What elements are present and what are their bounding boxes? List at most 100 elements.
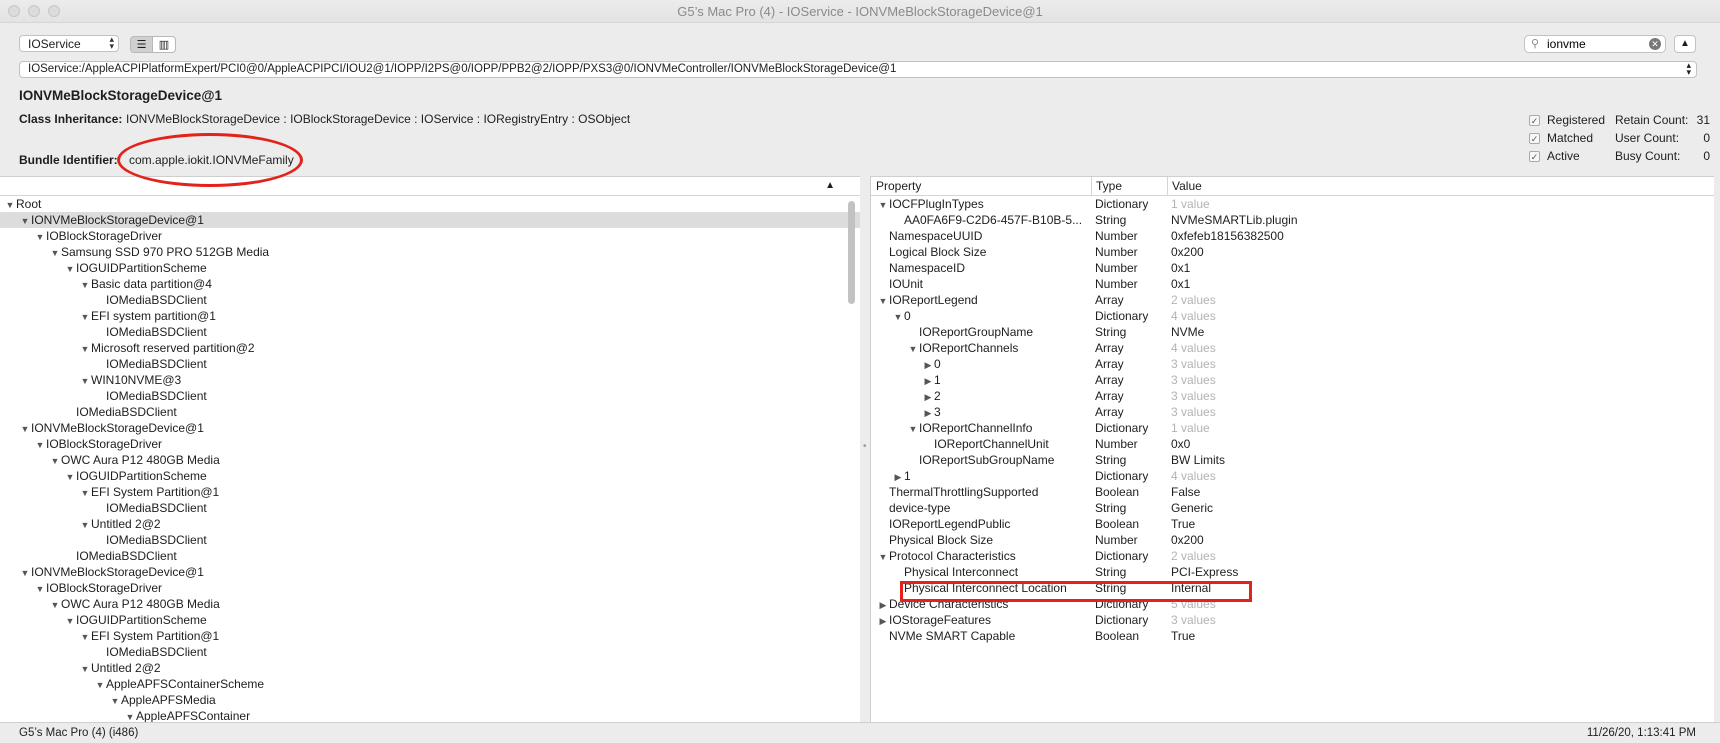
property-row[interactable]: ▼ 0 Dictionary 4 values xyxy=(871,308,1714,324)
disclosure-open-icon[interactable]: ▼ xyxy=(79,661,91,677)
tree-row[interactable]: IOMediaBSDClient xyxy=(0,324,860,340)
property-row[interactable]: Physical Interconnect String PCI-Express xyxy=(871,564,1714,580)
property-row[interactable]: ▶ 1 Dictionary 4 values xyxy=(871,468,1714,484)
tree-row[interactable]: ▼ IOBlockStorageDriver xyxy=(0,228,860,244)
property-row[interactable]: ▶ 3 Array 3 values xyxy=(871,404,1714,420)
property-row[interactable]: ThermalThrottlingSupported Boolean False xyxy=(871,484,1714,500)
property-row[interactable]: IOUnit Number 0x1 xyxy=(871,276,1714,292)
property-row[interactable]: device-type String Generic xyxy=(871,500,1714,516)
disclosure-closed-icon[interactable]: ▶ xyxy=(877,613,889,629)
property-row[interactable]: ▼ IOReportChannelInfo Dictionary 1 value xyxy=(871,420,1714,436)
property-row[interactable]: Logical Block Size Number 0x200 xyxy=(871,244,1714,260)
disclosure-open-icon[interactable]: ▼ xyxy=(877,197,889,213)
property-row[interactable]: ▼ IOCFPlugInTypes Dictionary 1 value xyxy=(871,196,1714,212)
disclosure-open-icon[interactable]: ▼ xyxy=(79,277,91,293)
clear-search-icon[interactable]: ✕ xyxy=(1649,38,1661,50)
split-divider[interactable]: • xyxy=(860,176,870,722)
property-row[interactable]: NVMe SMART Capable Boolean True xyxy=(871,628,1714,644)
disclosure-closed-icon[interactable]: ▶ xyxy=(922,405,934,421)
property-row[interactable]: ▶ 0 Array 3 values xyxy=(871,356,1714,372)
disclosure-open-icon[interactable]: ▼ xyxy=(79,309,91,325)
property-row[interactable]: IOReportChannelUnit Number 0x0 xyxy=(871,436,1714,452)
tree-row[interactable]: ▼ IOBlockStorageDriver xyxy=(0,580,860,596)
tree-row[interactable]: ▼ EFI System Partition@1 xyxy=(0,484,860,500)
tree-row[interactable]: IOMediaBSDClient xyxy=(0,388,860,404)
tree-row[interactable]: ▼ Basic data partition@4 xyxy=(0,276,860,292)
tree-row[interactable]: ▼ IOGUIDPartitionScheme xyxy=(0,468,860,484)
property-row[interactable]: ▶ IOStorageFeatures Dictionary 3 values xyxy=(871,612,1714,628)
disclosure-open-icon[interactable]: ▼ xyxy=(49,597,61,613)
tree-row[interactable]: ▼ IOGUIDPartitionScheme xyxy=(0,612,860,628)
property-row[interactable]: ▼ IOReportLegend Array 2 values xyxy=(871,292,1714,308)
property-row[interactable]: ▶ 1 Array 3 values xyxy=(871,372,1714,388)
tree-row[interactable]: IOMediaBSDClient xyxy=(0,292,860,308)
disclosure-open-icon[interactable]: ▼ xyxy=(877,293,889,309)
property-row[interactable]: IOReportSubGroupName String BW Limits xyxy=(871,452,1714,468)
disclosure-open-icon[interactable]: ▼ xyxy=(109,693,121,709)
property-row[interactable]: ▼ Protocol Characteristics Dictionary 2 val… xyxy=(871,548,1714,564)
column-header-value[interactable]: Value xyxy=(1172,179,1202,193)
disclosure-open-icon[interactable]: ▼ xyxy=(79,629,91,645)
column-view-button[interactable]: ▥ xyxy=(153,36,176,53)
list-view-button[interactable]: ☰ xyxy=(130,36,153,53)
disclosure-open-icon[interactable]: ▼ xyxy=(877,549,889,565)
disclosure-open-icon[interactable]: ▼ xyxy=(64,261,76,277)
tree-row[interactable]: ▼ AppleAPFSMedia xyxy=(0,692,860,708)
tree-row[interactable]: IOMediaBSDClient xyxy=(0,500,860,516)
disclosure-closed-icon[interactable]: ▶ xyxy=(877,597,889,613)
property-row[interactable]: NamespaceID Number 0x1 xyxy=(871,260,1714,276)
disclosure-open-icon[interactable]: ▼ xyxy=(124,709,136,723)
property-row[interactable]: IOReportGroupName String NVMe xyxy=(871,324,1714,340)
tree-row[interactable]: ▼ EFI System Partition@1 xyxy=(0,628,860,644)
property-row[interactable]: Physical Interconnect Location String Inte… xyxy=(871,580,1714,596)
disclosure-open-icon[interactable]: ▼ xyxy=(892,309,904,325)
disclosure-open-icon[interactable]: ▼ xyxy=(64,613,76,629)
tree-row[interactable]: ▼ WIN10NVME@3 xyxy=(0,372,860,388)
property-row[interactable]: AA0FA6F9-C2D6-457F-B10B-5... String NVMeSM… xyxy=(871,212,1714,228)
disclosure-closed-icon[interactable]: ▶ xyxy=(892,469,904,485)
tree-row[interactable]: ▼ Untitled 2@2 xyxy=(0,516,860,532)
column-header-property[interactable]: Property xyxy=(876,179,921,193)
column-separator[interactable] xyxy=(1167,177,1168,195)
tree-row[interactable]: ▼ AppleAPFSContainer xyxy=(0,708,860,723)
disclosure-closed-icon[interactable]: ▶ xyxy=(922,357,934,373)
disclosure-open-icon[interactable]: ▼ xyxy=(49,453,61,469)
disclosure-open-icon[interactable]: ▼ xyxy=(4,197,16,213)
tree-row[interactable]: IOMediaBSDClient xyxy=(0,532,860,548)
sort-ascending-icon[interactable]: ▲ xyxy=(825,180,835,191)
disclosure-open-icon[interactable]: ▼ xyxy=(79,485,91,501)
disclosure-open-icon[interactable]: ▼ xyxy=(19,565,31,581)
disclosure-open-icon[interactable]: ▼ xyxy=(19,213,31,229)
tree-row[interactable]: ▼ Samsung SSD 970 PRO 512GB Media xyxy=(0,244,860,260)
column-separator[interactable] xyxy=(1091,177,1092,195)
tree-row[interactable]: ▼ IOGUIDPartitionScheme xyxy=(0,260,860,276)
tree-row[interactable]: IOMediaBSDClient xyxy=(0,404,860,420)
disclosure-open-icon[interactable]: ▼ xyxy=(19,421,31,437)
tree-scrollbar[interactable] xyxy=(848,201,855,304)
disclosure-open-icon[interactable]: ▼ xyxy=(94,677,106,693)
tree-row[interactable]: ▼ IOBlockStorageDriver xyxy=(0,436,860,452)
tree-row[interactable]: ▼ OWC Aura P12 480GB Media xyxy=(0,452,860,468)
disclosure-open-icon[interactable]: ▼ xyxy=(79,341,91,357)
search-input[interactable] xyxy=(1547,37,1643,51)
tree-row[interactable]: ▼ AppleAPFSContainerScheme xyxy=(0,676,860,692)
disclosure-open-icon[interactable]: ▼ xyxy=(64,469,76,485)
tree-row[interactable]: ▼ Microsoft reserved partition@2 xyxy=(0,340,860,356)
tree-row[interactable]: ▼ Root xyxy=(0,196,860,212)
disclosure-closed-icon[interactable]: ▶ xyxy=(922,373,934,389)
tree-row[interactable]: ▼ Untitled 2@2 xyxy=(0,660,860,676)
disclosure-open-icon[interactable]: ▼ xyxy=(907,341,919,357)
disclosure-open-icon[interactable]: ▼ xyxy=(79,373,91,389)
disclosure-closed-icon[interactable]: ▶ xyxy=(922,389,934,405)
tree-row[interactable]: IOMediaBSDClient xyxy=(0,644,860,660)
disclosure-open-icon[interactable]: ▼ xyxy=(49,245,61,261)
tree-row[interactable]: ▼ IONVMeBlockStorageDevice@1 xyxy=(0,420,860,436)
tree-row[interactable]: ▼ IONVMeBlockStorageDevice@1 xyxy=(0,564,860,580)
property-row[interactable]: NamespaceUUID Number 0xfefeb18156382500 xyxy=(871,228,1714,244)
property-row[interactable]: IOReportLegendPublic Boolean True xyxy=(871,516,1714,532)
plane-select[interactable]: IOService ▴ ▾ xyxy=(19,35,119,52)
property-row[interactable]: ▶ Device Characteristics Dictionary 5 value… xyxy=(871,596,1714,612)
collapse-button[interactable]: ▲ xyxy=(1674,35,1696,53)
tree-row[interactable]: ▼ OWC Aura P12 480GB Media xyxy=(0,596,860,612)
property-row[interactable]: Physical Block Size Number 0x200 xyxy=(871,532,1714,548)
